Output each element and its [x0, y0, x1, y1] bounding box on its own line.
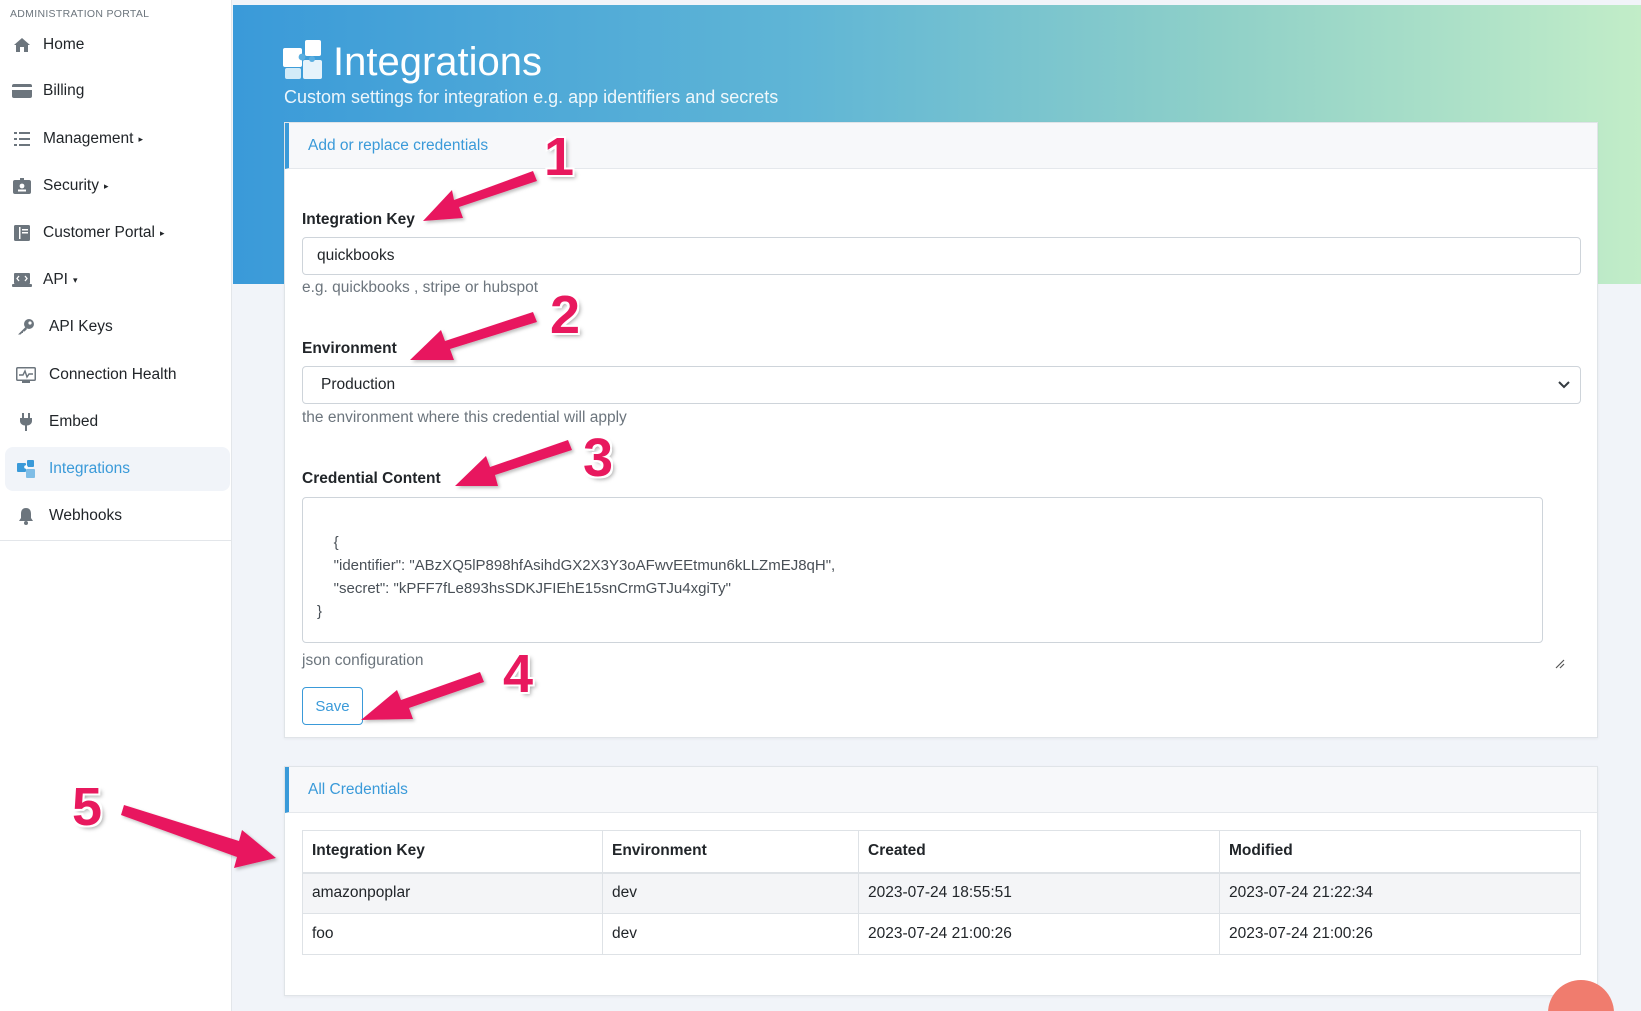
- annotation-arrow-2: [410, 312, 537, 360]
- annotation-number-4: 4: [503, 644, 534, 704]
- annotation-number-5: 5: [72, 777, 103, 837]
- annotation-arrow-1: [423, 171, 537, 221]
- annotation-arrows: [121, 171, 572, 868]
- annotation-number-2: 2: [550, 285, 581, 345]
- annotation-arrow-3: [455, 440, 572, 486]
- annotation-arrow-4: [361, 672, 484, 720]
- annotation-arrow-5: [121, 805, 276, 868]
- annotation-number-1: 1: [544, 127, 575, 187]
- annotation-number-3: 3: [583, 428, 614, 488]
